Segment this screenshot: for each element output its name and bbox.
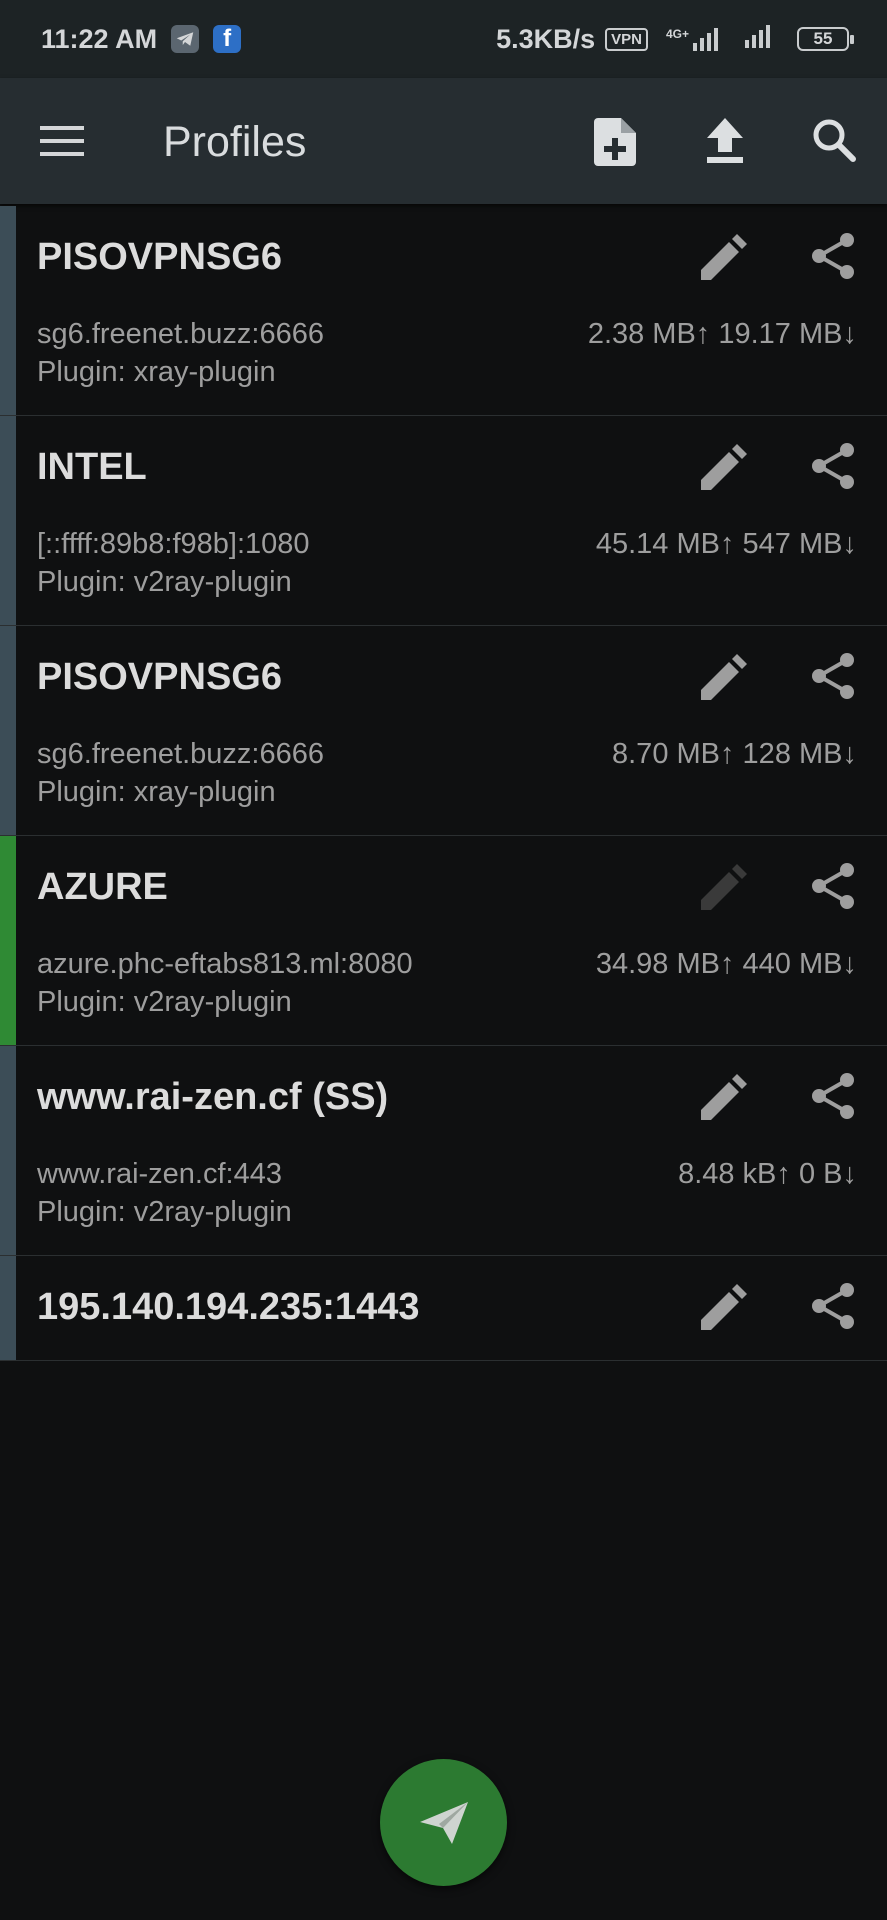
profile-indicator [0, 416, 16, 625]
share-icon[interactable] [811, 652, 855, 705]
profile-traffic: 45.14 MB↑ 547 MB↓ [595, 528, 857, 560]
profile-card-active[interactable]: AZURE azure.phc-eftabs813.ml:8080 Plugin… [0, 836, 887, 1046]
share-icon[interactable] [811, 862, 855, 915]
profile-address: sg6.freenet.buzz:6666 [37, 738, 324, 770]
add-profile-icon[interactable] [594, 118, 636, 171]
profile-name: PISOVPNSG6 [37, 236, 282, 278]
profile-traffic: 2.38 MB↑ 19.17 MB↓ [587, 318, 857, 350]
status-time: 11:22 AM [41, 23, 158, 54]
profile-name: 195.140.194.235:1443 [37, 1286, 420, 1328]
profile-card[interactable]: PISOVPNSG6 sg6.freenet.buzz:6666 Plugin:… [0, 206, 887, 416]
profile-name: PISOVPNSG6 [37, 656, 282, 698]
profile-plugin: Plugin: v2ray-plugin [37, 566, 292, 598]
share-icon[interactable] [811, 442, 855, 495]
profile-address: [::ffff:89b8:f98b]:1080 [37, 528, 310, 560]
profile-name: INTEL [37, 446, 147, 488]
profile-indicator [0, 1046, 16, 1255]
status-bar: 11:22 AM f 5.3KB/s VPN 4G+ 55 [0, 0, 887, 78]
edit-icon-disabled [701, 864, 747, 915]
menu-icon[interactable] [40, 126, 84, 161]
profile-address: sg6.freenet.buzz:6666 [37, 318, 324, 350]
edit-icon[interactable] [701, 444, 747, 495]
profile-indicator-active [0, 836, 16, 1045]
profile-plugin: Plugin: xray-plugin [37, 356, 276, 388]
profile-card[interactable]: 195.140.194.235:1443 [0, 1256, 887, 1361]
profile-indicator [0, 626, 16, 835]
page-title: Profiles [163, 118, 307, 166]
profile-address: www.rai-zen.cf:443 [37, 1158, 282, 1190]
profile-traffic: 8.48 kB↑ 0 B↓ [678, 1158, 857, 1190]
profile-card[interactable]: PISOVPNSG6 sg6.freenet.buzz:6666 Plugin:… [0, 626, 887, 836]
network-type: 4G+ [665, 27, 689, 41]
profile-plugin: Plugin: v2ray-plugin [37, 1196, 292, 1228]
edit-icon[interactable] [701, 1074, 747, 1125]
search-icon[interactable] [812, 118, 856, 167]
profile-card[interactable]: INTEL [::ffff:89b8:f98b]:1080 Plugin: v2… [0, 416, 887, 626]
profile-address: azure.phc-eftabs813.ml:8080 [37, 948, 413, 980]
profile-traffic: 34.98 MB↑ 440 MB↓ [595, 948, 857, 980]
share-icon[interactable] [811, 1072, 855, 1125]
app-toolbar: Profiles [0, 78, 887, 204]
profile-plugin: Plugin: xray-plugin [37, 776, 276, 808]
profile-card[interactable]: www.rai-zen.cf (SS) www.rai-zen.cf:443 P… [0, 1046, 887, 1256]
net-speed: 5.3KB/s [496, 23, 596, 54]
import-icon[interactable] [705, 118, 745, 169]
battery-level: 55 [813, 29, 833, 48]
share-icon[interactable] [811, 232, 855, 285]
vpn-indicator: VPN [605, 27, 648, 51]
profile-name: www.rai-zen.cf (SS) [37, 1076, 389, 1118]
share-icon[interactable] [811, 1282, 855, 1335]
battery-icon: 55 [797, 27, 854, 51]
edit-icon[interactable] [701, 1284, 747, 1335]
telegram-icon [171, 25, 200, 53]
profile-traffic: 8.70 MB↑ 128 MB↓ [612, 738, 857, 770]
profile-indicator [0, 206, 16, 415]
facebook-icon: f [213, 25, 242, 53]
profile-plugin: Plugin: v2ray-plugin [37, 986, 292, 1018]
profile-indicator [0, 1256, 16, 1360]
signal-icon [743, 24, 777, 55]
edit-icon[interactable] [701, 234, 747, 285]
signal-4g-icon: 4G+ [666, 27, 725, 51]
send-icon [419, 1801, 468, 1844]
profile-name: AZURE [37, 866, 168, 908]
connect-fab-button[interactable] [380, 1759, 507, 1886]
profile-list: PISOVPNSG6 sg6.freenet.buzz:6666 Plugin:… [0, 206, 887, 1361]
edit-icon[interactable] [701, 654, 747, 705]
